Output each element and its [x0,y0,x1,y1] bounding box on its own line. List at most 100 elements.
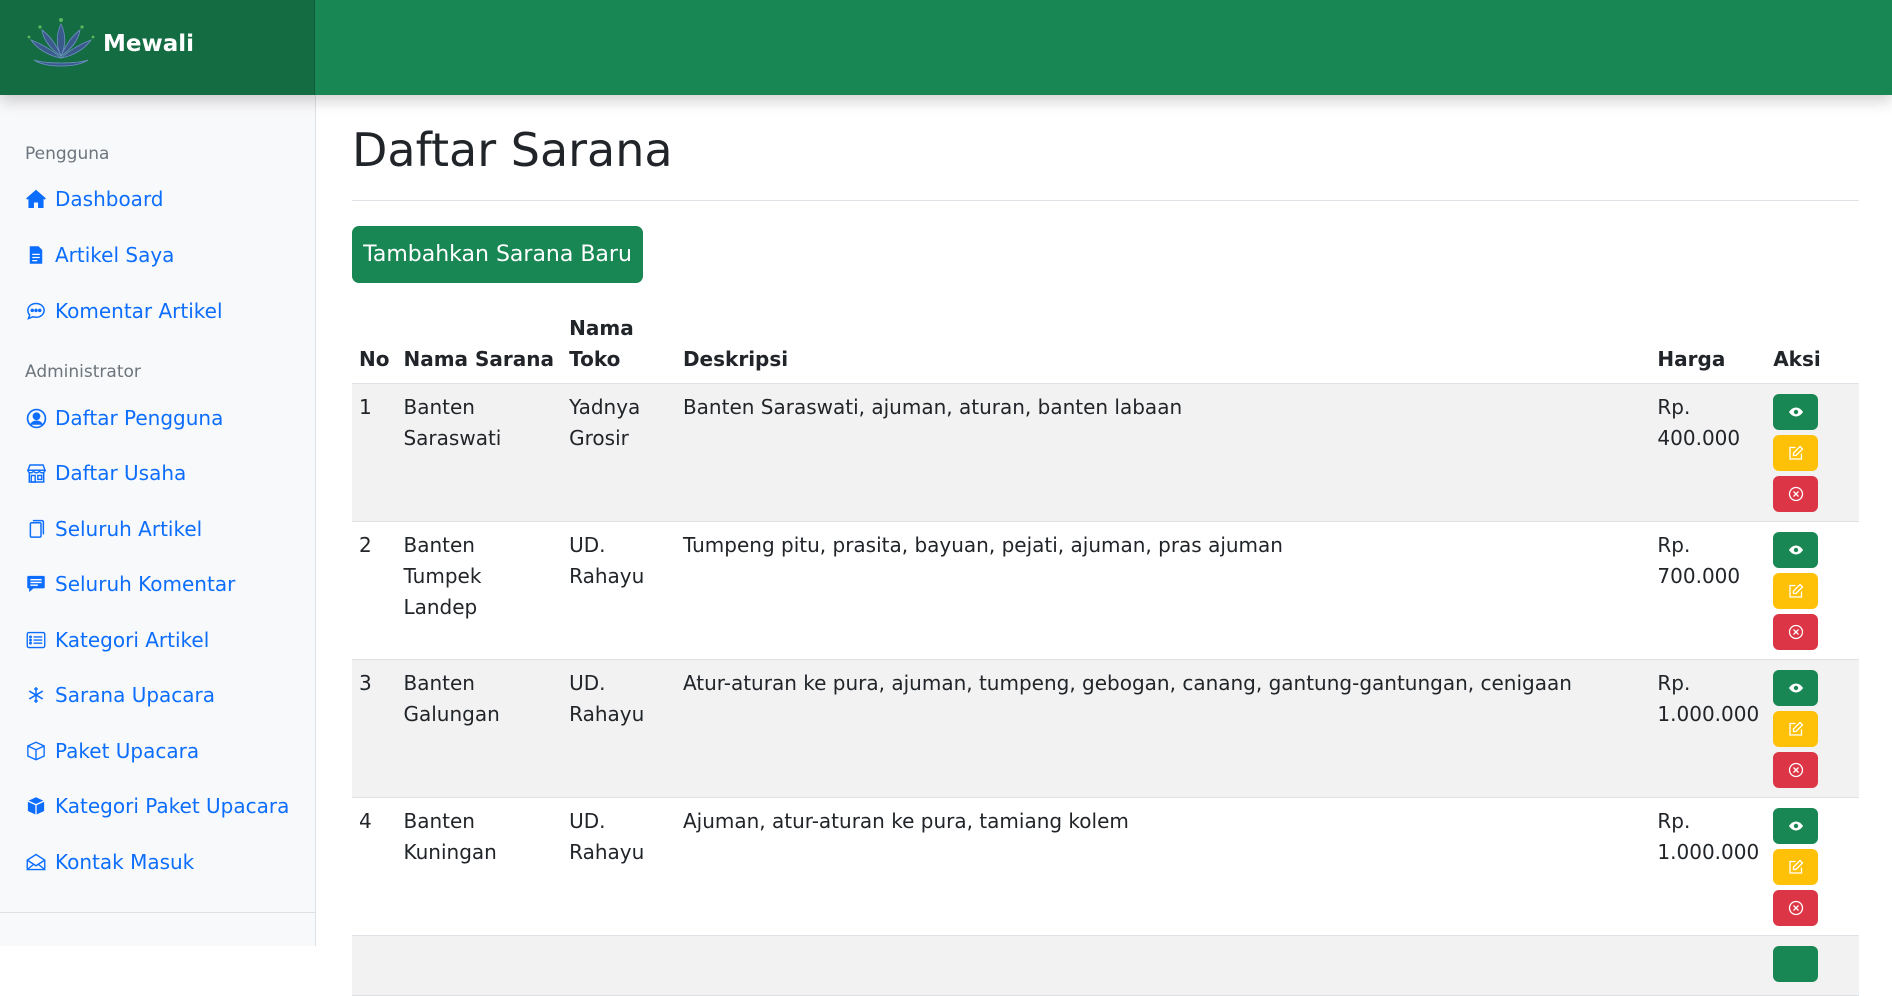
file-icon [25,244,47,266]
sidebar-item-label: Kategori Paket Upacara [55,794,290,818]
title-divider [352,200,1859,201]
pencil-square-icon [1789,721,1804,736]
cell-nama-sarana: Banten Galungan [396,659,563,798]
sidebar-item-kategori-artikel[interactable]: Kategori Artikel [25,623,209,657]
edit-button[interactable] [1773,435,1819,471]
edit-button[interactable] [1773,573,1819,609]
top-navbar: Mewali [0,0,1892,95]
cell-nama-toko: UD. Rahayu [562,797,676,936]
x-circle-icon [1788,624,1803,640]
table-row [352,935,1859,996]
eye-icon [1788,407,1803,417]
view-button[interactable] [1773,946,1819,982]
cell-no: 1 [352,383,397,522]
cell-aksi [1766,383,1859,522]
cell-nama-sarana: Banten Tumpek Landep [396,521,563,660]
sidebar-item-komentar-artikel[interactable]: Komentar Artikel [25,294,223,328]
sidebar-item-kategori-paket-upacara[interactable]: Kategori Paket Upacara [25,789,289,823]
x-circle-icon [1788,762,1803,778]
sidebar-heading-administrator: Administrator [25,362,141,382]
sidebar-item-kontak-masuk[interactable]: Kontak Masuk [25,845,194,879]
x-circle-icon [1788,900,1803,916]
cell-deskripsi: Atur-aturan ke pura, ajuman, tumpeng, ge… [675,659,1651,798]
cell-harga: Rp. 400.000 [1650,383,1767,522]
cell-aksi [1766,521,1859,660]
house-icon [25,188,47,210]
shop-icon [25,462,47,484]
pencil-square-icon [1789,859,1804,874]
delete-button[interactable] [1773,752,1819,788]
sidebar-item-seluruh-komentar[interactable]: Seluruh Komentar [25,567,235,601]
cell-nama-toko: Yadnya Grosir [562,383,676,522]
view-button[interactable] [1773,670,1819,706]
cell-nama-sarana: Banten Kuningan [396,797,563,936]
sidebar-item-label: Seluruh Komentar [55,572,236,596]
sidebar-item-paket-upacara[interactable]: Paket Upacara [25,734,199,768]
cell-no: 2 [352,521,397,660]
sidebar-item-label: Kategori Artikel [55,628,210,652]
page-title: Daftar Sarana [352,123,673,177]
delete-button[interactable] [1773,476,1819,512]
eye-icon [1788,821,1803,831]
main-content: Daftar Sarana Tambahkan Sarana Baru No N… [316,95,1892,996]
header-nama-sarana: Nama Sarana [396,313,563,384]
cell-aksi [1766,935,1859,996]
table-row: 1 Banten Saraswati Yadnya Grosir Banten … [352,383,1859,522]
edit-button[interactable] [1773,849,1819,885]
sarana-table-wrapper: No Nama Sarana Nama Toko Deskripsi Harga… [352,313,1859,996]
x-circle-icon [1788,486,1803,502]
eye-icon [1788,545,1803,555]
sidebar-item-label: Paket Upacara [55,739,200,763]
delete-button[interactable] [1773,614,1819,650]
view-button[interactable] [1773,532,1819,568]
view-button[interactable] [1773,808,1819,844]
cell-deskripsi: Banten Saraswati, ajuman, aturan, banten… [675,383,1651,522]
cell-deskripsi: Ajuman, atur-aturan ke pura, tamiang kol… [675,797,1651,936]
sidebar-item-sarana-upacara[interactable]: Sarana Upacara [25,678,215,712]
view-button[interactable] [1773,394,1819,430]
cell-nama-toko: UD. Rahayu [562,521,676,660]
snowflake-icon [25,684,47,706]
delete-button[interactable] [1773,890,1819,926]
list-icon [25,629,47,651]
sidebar-item-label: Sarana Upacara [55,683,216,707]
cell-harga: Rp. 1.000.000 [1650,659,1767,798]
files-icon [25,518,47,540]
sidebar-item-artikel-saya[interactable]: Artikel Saya [25,238,174,272]
table-row: 2 Banten Tumpek Landep UD. Rahayu Tumpen… [352,521,1859,660]
box-filled-icon [25,795,47,817]
header-nama-toko: Nama Toko [562,313,676,384]
sarana-table: No Nama Sarana Nama Toko Deskripsi Harga… [352,313,1859,996]
sidebar-item-seluruh-artikel[interactable]: Seluruh Artikel [25,512,202,546]
add-sarana-button[interactable]: Tambahkan Sarana Baru [352,226,643,283]
cell-aksi [1766,659,1859,798]
cell-no: 3 [352,659,397,798]
brand-name: Mewali [103,31,195,57]
header-aksi: Aksi [1766,313,1859,384]
cell-harga: Rp. 700.000 [1650,521,1767,660]
cell-nama-sarana: Banten Saraswati [396,383,563,522]
person-circle-icon [25,407,47,429]
header-no: No [352,313,397,384]
brand[interactable]: Mewali [0,0,315,95]
cell-nama-toko: UD. Rahayu [562,659,676,798]
header-harga: Harga [1650,313,1767,384]
sidebar-item-dashboard[interactable]: Dashboard [25,182,164,216]
sidebar-item-daftar-pengguna[interactable]: Daftar Pengguna [25,401,223,435]
sidebar-item-label: Daftar Pengguna [55,406,224,430]
sidebar-item-label: Kontak Masuk [55,850,195,874]
sidebar-item-label: Daftar Usaha [55,461,187,485]
sidebar: Pengguna Dashboard Artikel Saya Komentar… [0,95,316,946]
lotus-logo-icon [27,18,95,67]
cell-deskripsi: Tumpeng pitu, prasita, bayuan, pejati, a… [675,521,1651,660]
sidebar-item-label: Artikel Saya [55,243,175,267]
table-header-row: No Nama Sarana Nama Toko Deskripsi Harga… [352,313,1859,384]
sidebar-item-label: Seluruh Artikel [55,517,203,541]
sidebar-item-daftar-usaha[interactable]: Daftar Usaha [25,456,186,490]
sidebar-divider [0,912,316,913]
cell-no: 4 [352,797,397,936]
table-row: 3 Banten Galungan UD. Rahayu Atur-aturan… [352,659,1859,798]
edit-button[interactable] [1773,711,1819,747]
table-row: 4 Banten Kuningan UD. Rahayu Ajuman, atu… [352,797,1859,936]
header-deskripsi: Deskripsi [675,313,1651,384]
